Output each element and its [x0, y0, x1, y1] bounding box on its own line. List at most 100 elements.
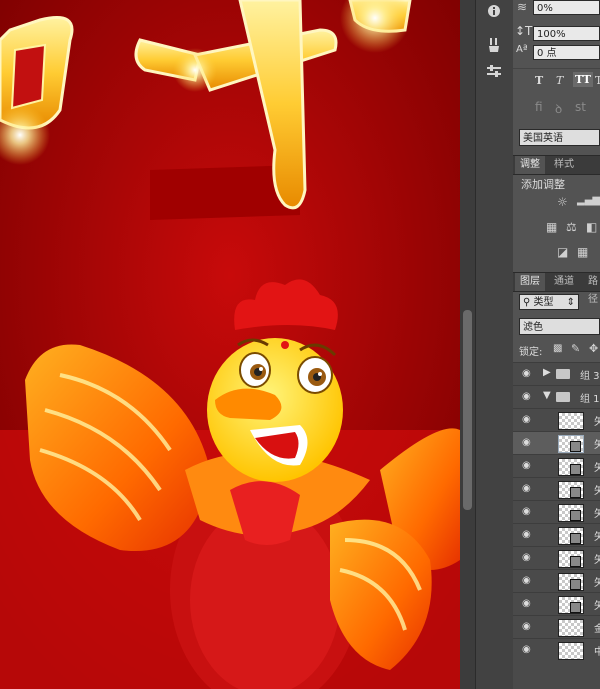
layer-name[interactable]: 矢 — [594, 528, 600, 543]
info-icon[interactable] — [482, 0, 506, 22]
lock-transparent-icon[interactable]: ▩ — [553, 343, 562, 354]
layer-name[interactable]: 矢 — [594, 574, 600, 589]
layer-name[interactable]: 组 3 — [580, 367, 600, 382]
eye-icon[interactable]: ◉ — [522, 460, 531, 471]
folder-icon — [556, 392, 570, 402]
layer-row[interactable]: ◉ 矢 — [513, 569, 600, 592]
smart-object-icon — [570, 602, 581, 613]
smart-object-icon — [570, 487, 581, 498]
smart-object-icon — [570, 510, 581, 521]
layer-thumbnail — [558, 412, 584, 430]
grid-icon[interactable]: ▦ — [577, 245, 588, 259]
adjustments-tab-bar: 调整 样式 — [513, 155, 600, 175]
layer-name[interactable]: 矢 — [594, 505, 600, 520]
eye-icon[interactable]: ◉ — [522, 598, 531, 609]
scrollbar-thumb[interactable] — [463, 310, 472, 510]
layer-thumbnail — [558, 642, 584, 660]
exposure-icon[interactable]: ◪ — [557, 245, 568, 259]
tracking-icon: ≋ — [517, 0, 528, 14]
layer-row[interactable]: ◉ 矢 — [513, 454, 600, 477]
ligature-icon[interactable]: ﬁ — [535, 100, 543, 114]
artwork — [0, 0, 460, 689]
document-canvas[interactable] — [0, 0, 460, 689]
curves-icon[interactable]: ▦ — [546, 220, 557, 234]
tab-paths[interactable]: 路径 — [583, 273, 600, 305]
eye-icon[interactable]: ◉ — [522, 483, 531, 494]
balance-icon[interactable]: ⚖ — [566, 220, 577, 234]
smart-object-icon — [570, 556, 581, 567]
brush-icon[interactable] — [482, 34, 506, 56]
eye-icon[interactable]: ◉ — [522, 437, 531, 448]
layer-row[interactable]: ◉ 矢 — [513, 592, 600, 615]
smart-object-icon — [570, 579, 581, 590]
tracking-field[interactable]: 0% — [533, 0, 600, 15]
add-adjustment-title: 添加调整 — [521, 178, 565, 191]
layer-row[interactable]: ◉ 矢 — [513, 523, 600, 546]
tab-layers[interactable]: 图层 — [515, 273, 545, 291]
smart-object-icon — [570, 464, 581, 475]
search-icon: ⚲ — [523, 297, 534, 308]
small-caps-button[interactable]: T — [595, 74, 600, 87]
layer-row[interactable]: ◉ 中 — [513, 638, 600, 661]
chevron-down-icon: ⇕ — [566, 297, 575, 308]
layer-group-row[interactable]: ◉ ▶ 组 3 — [513, 362, 600, 385]
tab-styles[interactable]: 样式 — [549, 156, 579, 174]
chevron-down-icon[interactable]: ▼ — [543, 390, 551, 401]
layer-name[interactable]: 矢 — [594, 482, 600, 497]
layer-filter-label: 类型 — [533, 297, 554, 308]
smart-object-icon — [570, 441, 581, 452]
smart-object-icon — [570, 533, 581, 544]
layer-row[interactable]: ◉ 矢 — [513, 500, 600, 523]
panel-tool-strip — [475, 0, 514, 689]
layer-name[interactable]: 矢 — [594, 459, 600, 474]
language-select[interactable]: 美国英语 — [519, 129, 600, 146]
layer-row[interactable]: ◉ 金 — [513, 615, 600, 638]
bw-icon[interactable]: ◧ — [586, 220, 597, 234]
ornament-icon[interactable]: ꝺ — [555, 100, 562, 117]
lock-label: 锁定: — [519, 347, 543, 358]
layer-thumbnail — [558, 619, 584, 637]
eye-icon[interactable]: ◉ — [522, 575, 531, 586]
vertical-scale-field[interactable]: 100% — [533, 26, 600, 41]
eye-icon[interactable]: ◉ — [522, 529, 531, 540]
tab-adjustments[interactable]: 调整 — [515, 156, 545, 174]
layer-name[interactable]: 中 — [594, 643, 600, 658]
eye-icon[interactable]: ◉ — [522, 368, 531, 379]
layer-name[interactable]: 矢 — [594, 413, 600, 428]
layer-row[interactable]: ◉ 矢 — [513, 477, 600, 500]
all-caps-button[interactable]: TT — [573, 72, 593, 87]
layer-row[interactable]: ◉ 矢 — [513, 546, 600, 569]
faux-bold-button[interactable]: T — [535, 74, 543, 87]
stylistic-icon[interactable]: st — [575, 100, 586, 114]
eye-icon[interactable]: ◉ — [522, 621, 531, 632]
tab-channels[interactable]: 通道 — [549, 273, 579, 291]
layer-name[interactable]: 金 — [594, 620, 600, 635]
layers-tab-bar: 图层 通道 路径 — [513, 272, 600, 305]
layer-filter-select[interactable]: ⚲ 类型 ⇕ — [519, 294, 579, 310]
baseline-shift-field[interactable]: 0 点 — [533, 45, 600, 60]
layer-name[interactable]: 组 1 — [580, 390, 600, 405]
eye-icon[interactable]: ◉ — [522, 552, 531, 563]
layer-row[interactable]: ◉ 矢 — [513, 431, 600, 454]
layer-name[interactable]: 矢 — [594, 597, 600, 612]
layer-row[interactable]: ◉ 矢 — [513, 408, 600, 431]
canvas-scrollbar[interactable] — [460, 0, 475, 689]
faux-italic-button[interactable]: T — [556, 74, 563, 87]
layer-name[interactable]: 矢 — [594, 436, 600, 451]
eye-icon[interactable]: ◉ — [522, 414, 531, 425]
eye-icon[interactable]: ◉ — [522, 506, 531, 517]
lock-paint-icon[interactable]: ✎ — [571, 342, 580, 355]
brightness-icon[interactable]: ☼ — [557, 195, 568, 209]
layers-list: ◉ ▶ 组 3 ◉ ▼ 组 1 ◉ 矢 ◉ 矢 ◉ 矢 ◉ 矢 ◉ 矢 ◉ 矢 … — [513, 362, 600, 689]
eye-icon[interactable]: ◉ — [522, 391, 531, 402]
eye-icon[interactable]: ◉ — [522, 644, 531, 655]
vertical-scale-icon: ↕T — [515, 24, 533, 38]
lock-move-icon[interactable]: ✥ — [589, 342, 598, 355]
sliders-icon[interactable] — [482, 60, 506, 82]
levels-icon[interactable]: ▂▄▆ — [577, 195, 600, 206]
layer-group-row[interactable]: ◉ ▼ 组 1 — [513, 385, 600, 408]
blend-mode-select[interactable]: 滤色 — [519, 318, 600, 335]
layer-name[interactable]: 矢 — [594, 551, 600, 566]
folder-icon — [556, 369, 570, 379]
chevron-right-icon[interactable]: ▶ — [543, 367, 551, 378]
